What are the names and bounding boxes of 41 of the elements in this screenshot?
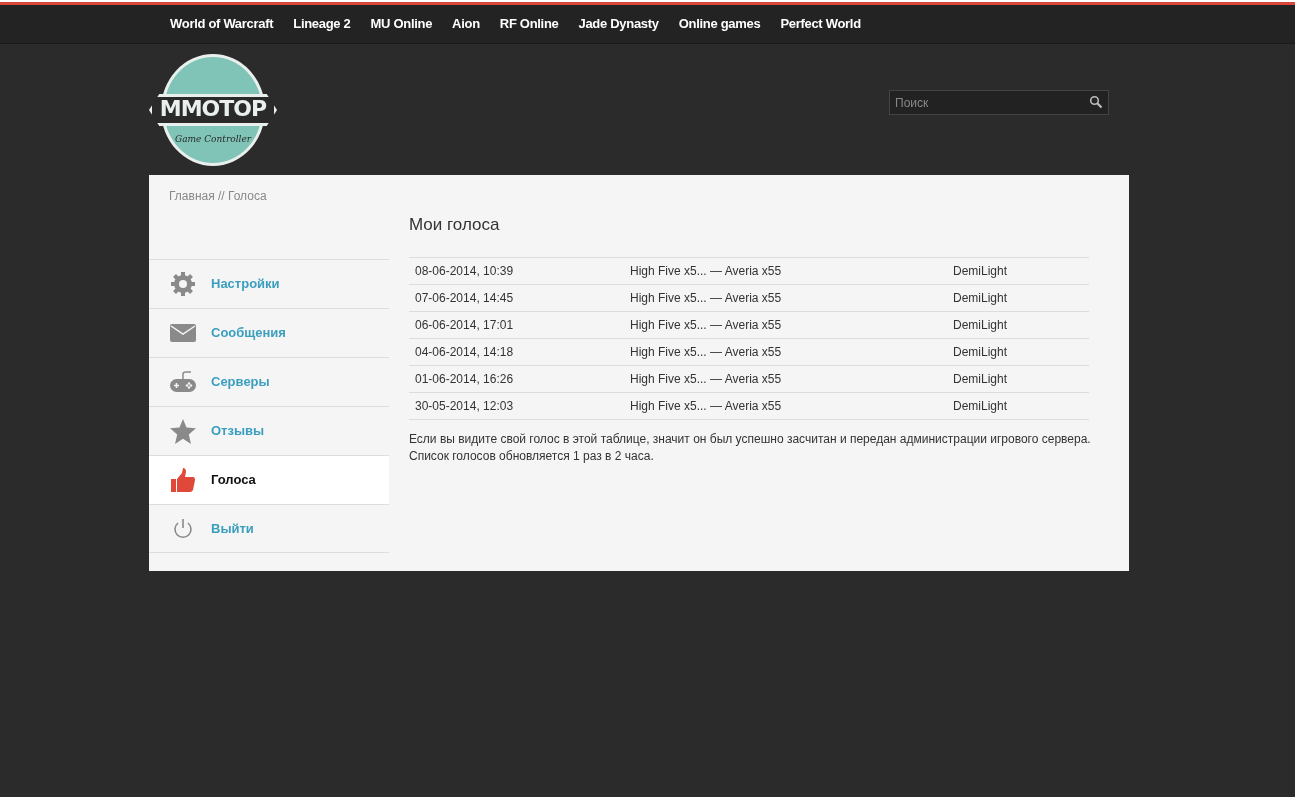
- nav-link[interactable]: MU Online: [360, 14, 443, 34]
- nav-link[interactable]: Lineage 2: [283, 14, 361, 34]
- date-cell: 08-06-2014, 10:39: [409, 257, 624, 285]
- info-text: Если вы видите свой голос в этой таблице, значит он был успешно засчитан и передан администрации игрового сервера. Список голосов обновляется 1 раз в 2 часа.: [409, 431, 1092, 466]
- nav-link[interactable]: Jade Dynasty: [568, 14, 669, 34]
- breadcrumb: Главная // Голоса: [169, 189, 267, 203]
- server-cell: High Five x5... — Averia x55: [624, 284, 947, 312]
- search-field[interactable]: Поиск: [889, 90, 1109, 115]
- page-title: Мои голоса: [409, 215, 501, 236]
- player-cell: DemiLight: [947, 284, 1089, 312]
- player-cell: DemiLight: [947, 338, 1089, 366]
- gear-icon: [170, 271, 196, 297]
- search-icon[interactable]: [1089, 95, 1103, 109]
- date-cell: 06-06-2014, 17:01: [409, 311, 624, 339]
- logo-subtitle: Game Controller: [173, 133, 253, 146]
- player-cell: DemiLight: [947, 365, 1089, 393]
- server-cell: High Five x5... — Averia x55: [624, 338, 947, 366]
- server-cell: High Five x5... — Averia x55: [624, 257, 947, 285]
- player-cell: DemiLight: [947, 311, 1089, 339]
- server-cell: High Five x5... — Averia x55: [624, 311, 947, 339]
- logo-title: MMOTOP: [149, 94, 277, 126]
- logo[interactable]: MMOTOP Game Controller: [149, 54, 277, 166]
- nav-link[interactable]: Online games: [668, 14, 771, 34]
- date-cell: 07-06-2014, 14:45: [409, 284, 624, 312]
- nav-link[interactable]: Perfect World: [770, 14, 871, 34]
- date-cell: 04-06-2014, 14:18: [409, 338, 624, 366]
- player-cell: DemiLight: [947, 257, 1089, 285]
- thumbs-up-icon: [171, 468, 195, 492]
- envelope-icon: [170, 324, 196, 342]
- nav-link[interactable]: RF Online: [489, 14, 569, 34]
- gamepad-icon: [169, 371, 197, 393]
- player-cell: DemiLight: [947, 392, 1089, 420]
- server-cell: High Five x5... — Averia x55: [624, 365, 947, 393]
- nav-link[interactable]: World of Warcraft: [160, 14, 284, 34]
- star-icon: [170, 418, 196, 444]
- server-cell: High Five x5... — Averia x55: [624, 392, 947, 420]
- date-cell: 01-06-2014, 16:26: [409, 365, 624, 393]
- sidebar-item[interactable]: Голоса: [149, 455, 389, 504]
- nav-link[interactable]: Aion: [442, 14, 490, 34]
- date-cell: 30-05-2014, 12:03: [409, 392, 624, 420]
- power-icon: [172, 517, 194, 540]
